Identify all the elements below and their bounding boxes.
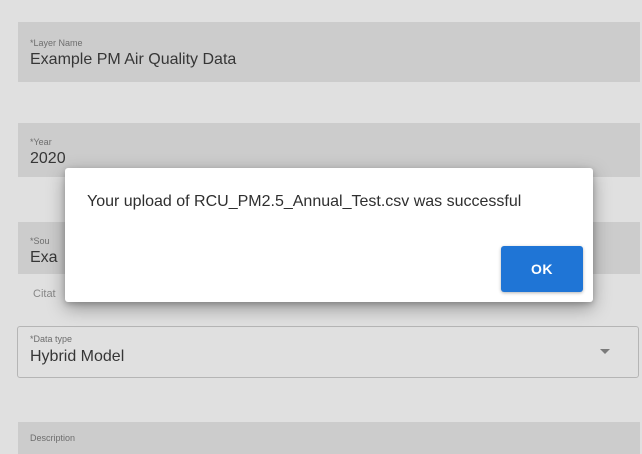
ok-button[interactable]: OK: [501, 246, 583, 292]
upload-success-dialog: Your upload of RCU_PM2.5_Annual_Test.csv…: [65, 168, 593, 302]
dialog-message: Your upload of RCU_PM2.5_Annual_Test.csv…: [87, 193, 522, 210]
